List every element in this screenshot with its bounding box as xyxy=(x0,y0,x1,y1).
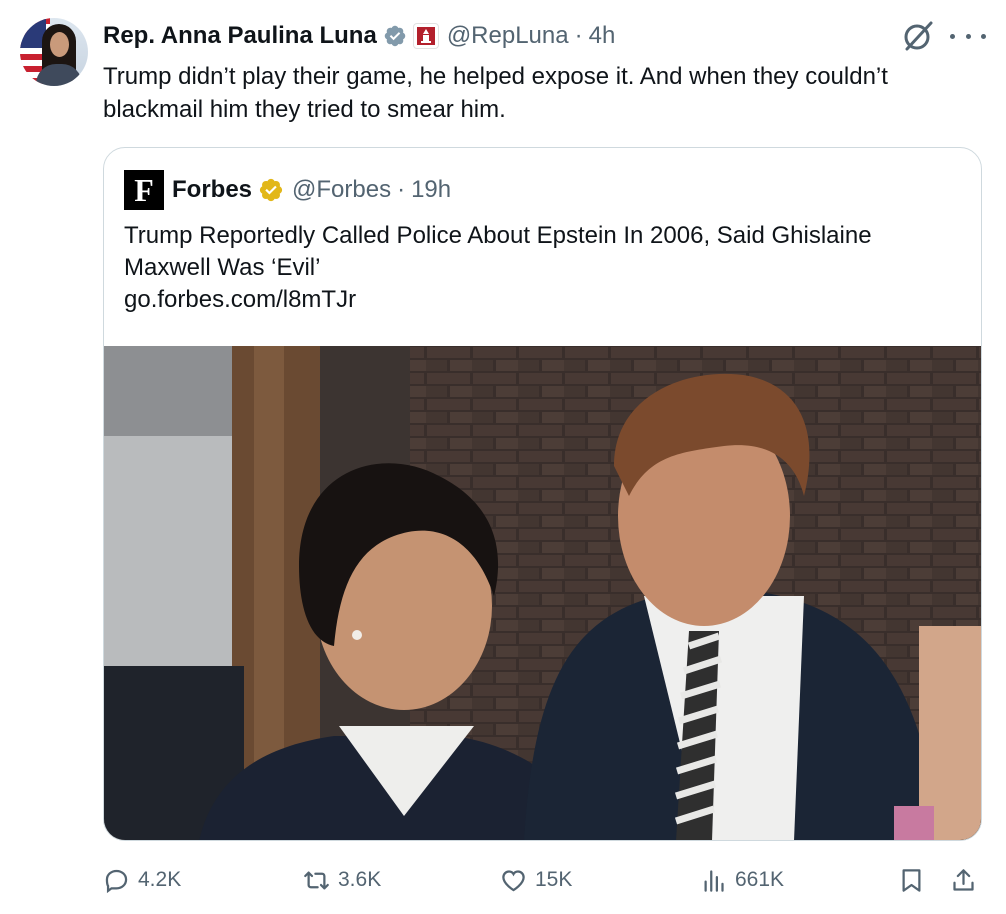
more-icon[interactable] xyxy=(950,24,986,48)
forbes-logo: F xyxy=(124,170,164,210)
like-count: 15K xyxy=(535,868,573,891)
quoted-photo[interactable] xyxy=(104,346,981,840)
action-bar: 4.2K 3.6K 15K 661K xyxy=(0,860,1006,900)
reply-count: 4.2K xyxy=(138,868,182,891)
retweet-count: 3.6K xyxy=(338,868,382,891)
quoted-meta: @Forbes · 19h xyxy=(292,176,452,203)
quoted-link[interactable]: go.forbes.com/l8mTJr xyxy=(124,284,964,316)
retweet-icon xyxy=(304,871,329,889)
bookmark-icon xyxy=(902,868,921,892)
tweet-time[interactable]: 4h xyxy=(589,22,616,49)
grok-icon[interactable] xyxy=(902,19,936,53)
quoted-text: Trump Reportedly Called Police About Eps… xyxy=(124,220,964,316)
quoted-headline: Trump Reportedly Called Police About Eps… xyxy=(124,222,872,281)
author-name[interactable]: Rep. Anna Paulina Luna xyxy=(103,22,377,50)
tweet-text: Trump didn’t play their game, he helped … xyxy=(103,63,888,123)
views-count: 661K xyxy=(735,868,785,891)
views-button[interactable]: 661K xyxy=(700,860,784,900)
share-icon xyxy=(953,868,974,891)
retweet-button[interactable]: 3.6K xyxy=(303,860,381,900)
reply-button[interactable]: 4.2K xyxy=(103,860,181,900)
heart-icon xyxy=(502,869,525,891)
verified-badge-icon[interactable] xyxy=(383,24,407,48)
capitol-badge-icon[interactable] xyxy=(412,23,439,49)
bookmark-button[interactable] xyxy=(898,860,925,900)
views-icon xyxy=(704,869,724,892)
author-avatar[interactable] xyxy=(20,18,88,86)
quoted-author-name: Forbes xyxy=(172,176,253,203)
quoted-handle: @Forbes xyxy=(292,176,392,203)
share-button[interactable] xyxy=(950,860,977,900)
verified-badge-icon xyxy=(259,178,283,202)
like-button[interactable]: 15K xyxy=(500,860,572,900)
tweet-header: Rep. Anna Paulina Luna @RepLuna · 4h xyxy=(103,16,615,56)
quoted-tweet[interactable]: F Forbes @Forbes · 19h Trump Reportedly Ca… xyxy=(103,147,982,841)
quoted-time: 19h xyxy=(411,176,452,203)
tweet-meta: @RepLuna · 4h xyxy=(446,22,616,49)
author-handle[interactable]: @RepLuna xyxy=(447,22,569,49)
reply-icon xyxy=(105,869,128,893)
quoted-header: F Forbes @Forbes · 19h xyxy=(124,170,451,210)
